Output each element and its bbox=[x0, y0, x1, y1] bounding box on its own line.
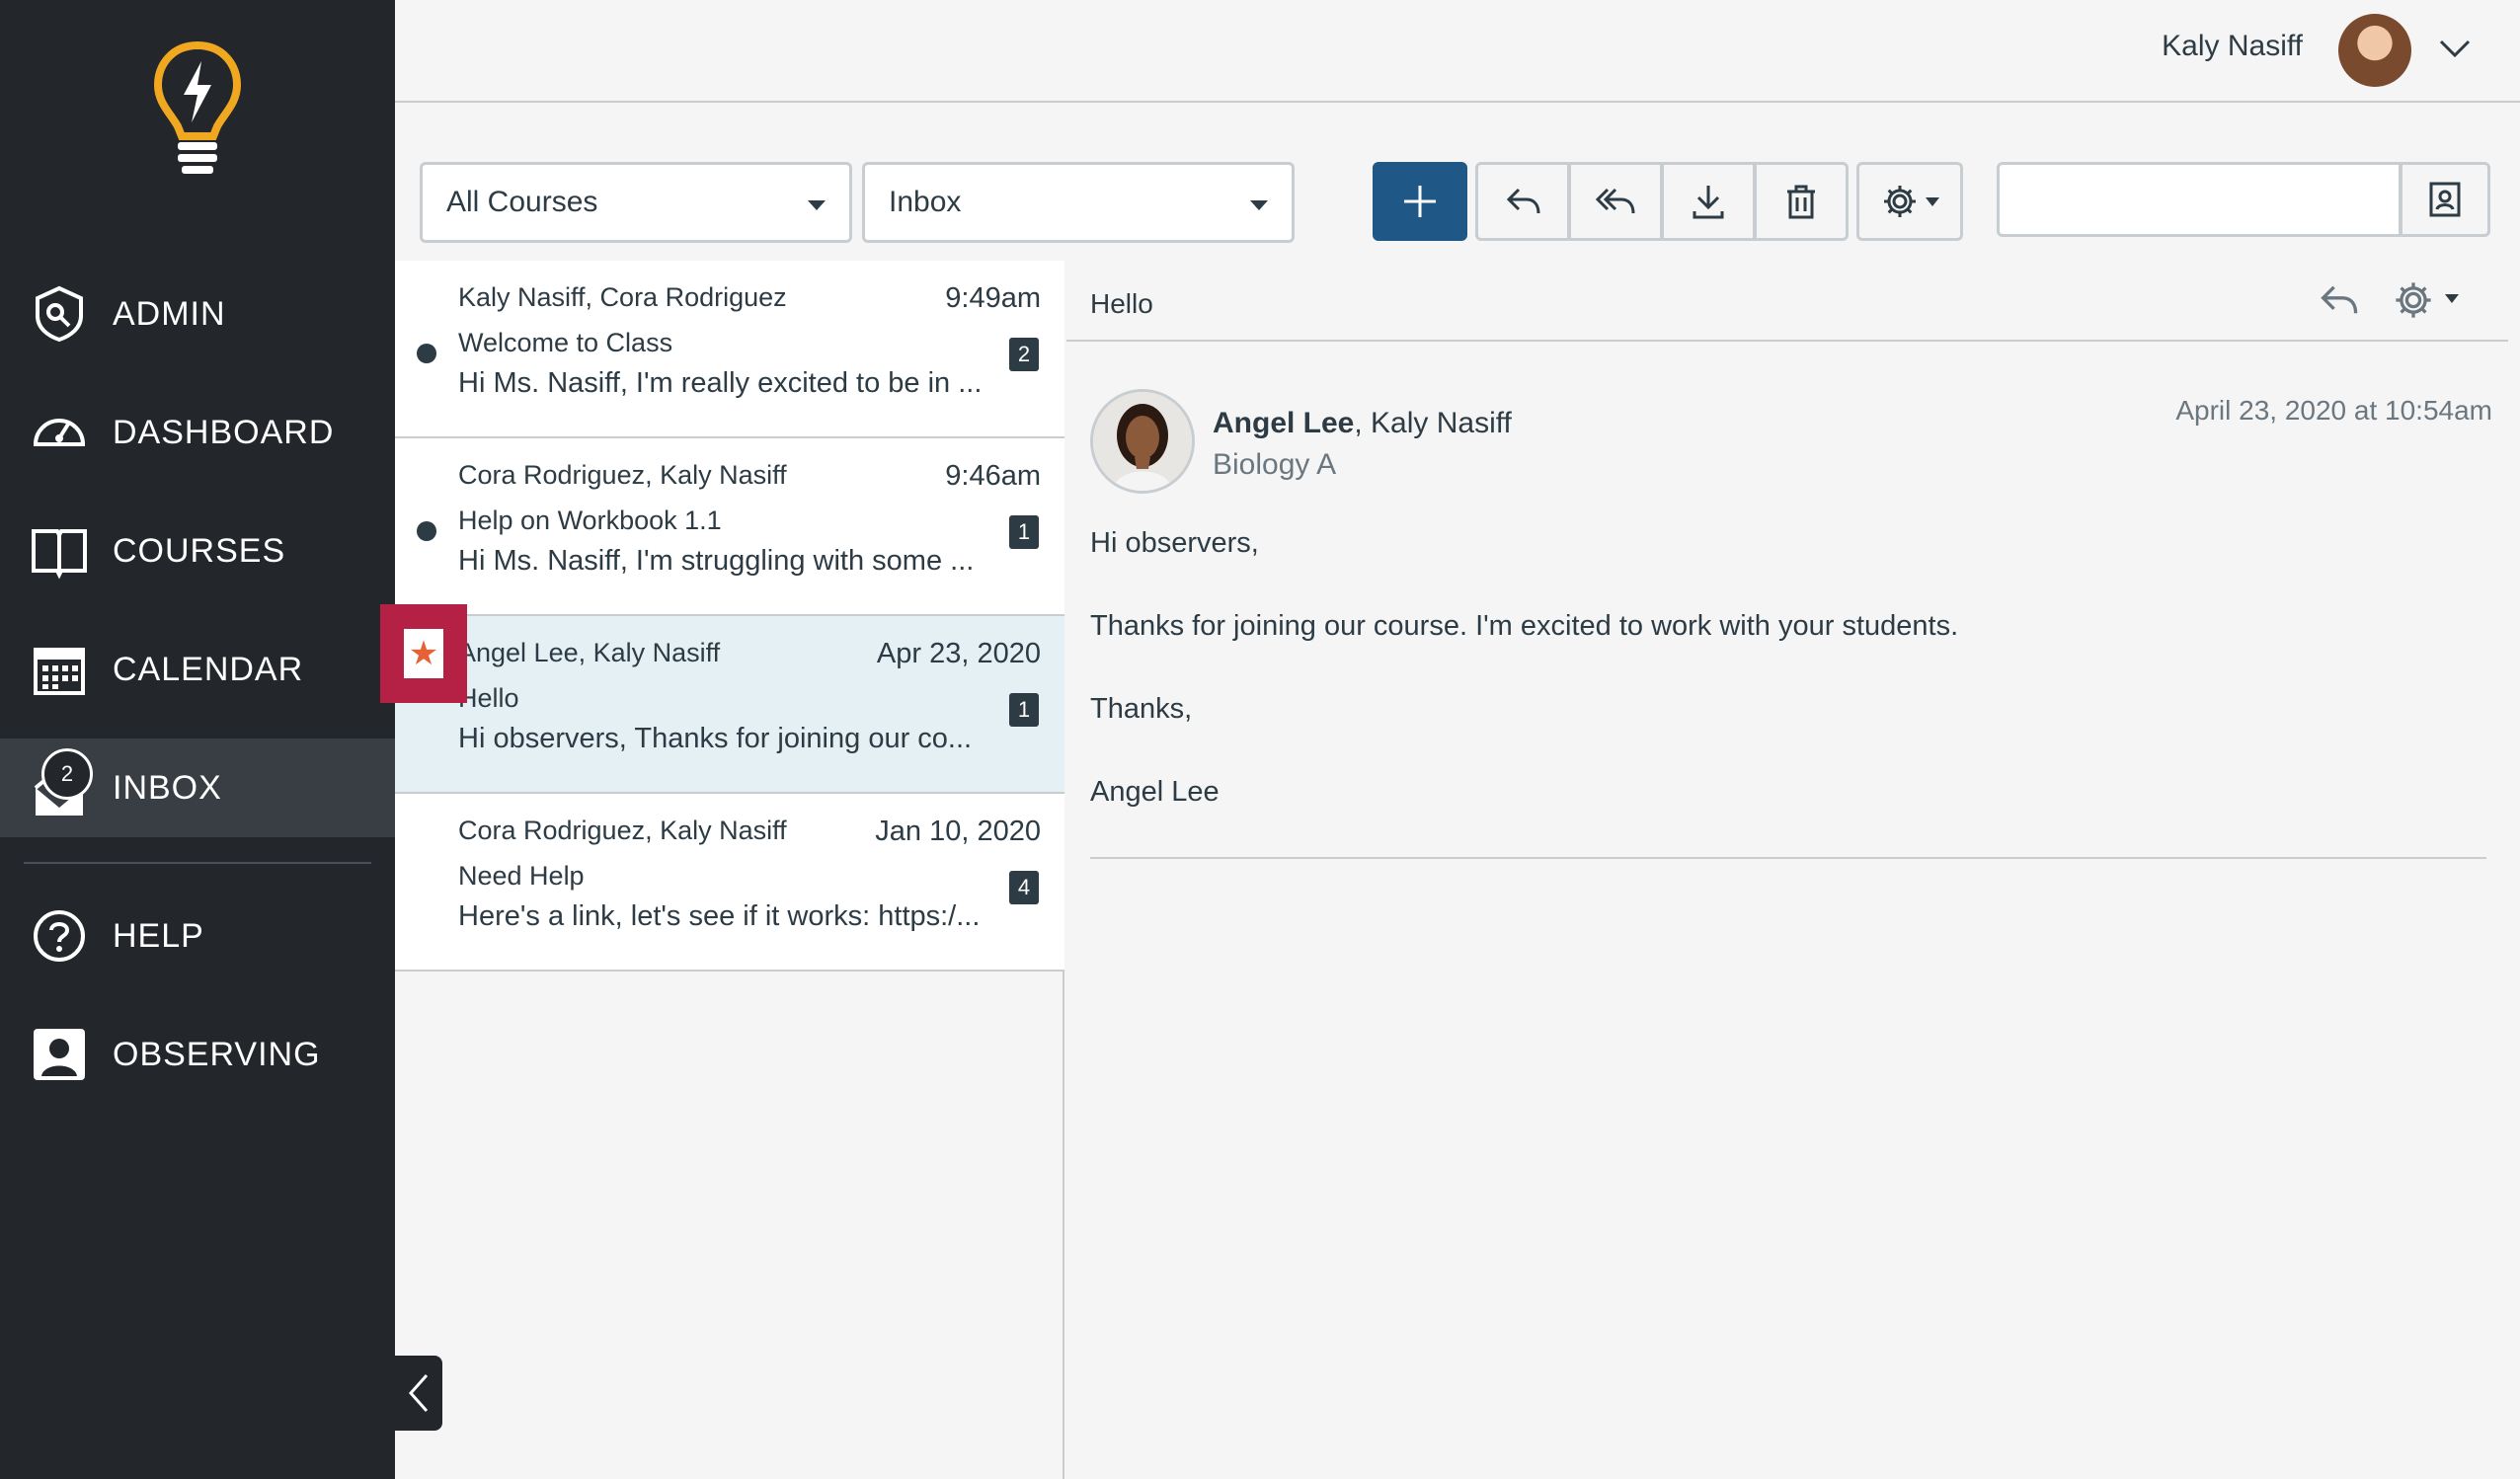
nav-label-calendar: CALENDAR bbox=[113, 650, 304, 688]
gear-icon[interactable] bbox=[2392, 278, 2435, 322]
reply-icon[interactable] bbox=[2317, 278, 2360, 322]
nav-item-help[interactable]: HELP bbox=[0, 887, 395, 985]
search-input[interactable] bbox=[1997, 162, 2402, 237]
download-icon bbox=[1693, 186, 1724, 219]
gear-icon bbox=[1884, 186, 1916, 217]
archive-button[interactable] bbox=[1661, 162, 1756, 241]
nav-label-courses: COURSES bbox=[113, 531, 286, 570]
course-filter-select[interactable]: All Courses bbox=[420, 162, 852, 243]
star-icon[interactable]: ★ bbox=[404, 629, 443, 678]
message-count-badge: 1 bbox=[1009, 515, 1039, 549]
message-date: 9:49am bbox=[945, 282, 1041, 314]
list-item[interactable]: Cora Rodriguez, Kaly Nasiff 9:46am Help … bbox=[395, 438, 1064, 616]
nav-item-courses[interactable]: COURSES bbox=[0, 502, 395, 600]
caret-down-icon bbox=[808, 200, 826, 210]
list-item[interactable]: Kaly Nasiff, Cora Rodriguez 9:49am Welco… bbox=[395, 261, 1064, 438]
sender-name: Angel Lee bbox=[1213, 407, 1355, 439]
message-date: 9:46am bbox=[945, 460, 1041, 492]
message-preview: Hi Ms. Nasiff, I'm struggling with some … bbox=[458, 545, 975, 577]
message-body-line: Hi observers, bbox=[1090, 527, 1259, 559]
nav-label-admin: ADMIN bbox=[113, 294, 226, 333]
reply-all-icon bbox=[1595, 188, 1635, 214]
list-item[interactable]: Cora Rodriguez, Kaly Nasiff Jan 10, 2020… bbox=[395, 794, 1064, 972]
reply-all-button[interactable] bbox=[1568, 162, 1663, 241]
inbox-unread-badge: 2 bbox=[41, 748, 93, 800]
course-name: Biology A bbox=[1213, 448, 1337, 481]
nav-label-inbox: INBOX bbox=[113, 768, 222, 807]
conversation-header: Hello bbox=[1066, 261, 2508, 342]
other-participants: , Kaly Nasiff bbox=[1354, 407, 1512, 439]
message-subject: Welcome to Class bbox=[458, 328, 673, 357]
help-icon bbox=[34, 910, 85, 962]
delete-button[interactable] bbox=[1754, 162, 1849, 241]
message-participants: Angel Lee, Kaly Nasiff bbox=[458, 638, 721, 667]
chevron-down-icon[interactable] bbox=[2435, 30, 2475, 69]
avatar[interactable] bbox=[2338, 14, 2411, 87]
mailbox-filter-select[interactable]: Inbox bbox=[862, 162, 1295, 243]
message-body-line: Thanks for joining our course. I'm excit… bbox=[1090, 610, 1959, 642]
list-item-selected[interactable]: Angel Lee, Kaly Nasiff Apr 23, 2020 Hell… bbox=[395, 616, 1064, 794]
top-header: Kaly Nasiff bbox=[395, 0, 2520, 103]
book-icon bbox=[32, 529, 87, 580]
sender-avatar bbox=[1090, 389, 1195, 494]
nav-item-calendar[interactable]: CALENDAR bbox=[0, 620, 395, 719]
address-book-icon bbox=[2429, 182, 2461, 217]
message-participants: Cora Rodriguez, Kaly Nasiff bbox=[458, 816, 787, 845]
message-count-badge: 4 bbox=[1009, 871, 1039, 904]
user-name[interactable]: Kaly Nasiff bbox=[2162, 30, 2303, 63]
nav-label-dashboard: DASHBOARD bbox=[113, 413, 335, 451]
star-toggle-highlight[interactable]: ★ bbox=[380, 604, 467, 703]
caret-down-icon[interactable] bbox=[2445, 294, 2459, 303]
message-count-badge: 1 bbox=[1009, 693, 1039, 727]
admin-shield-icon bbox=[36, 285, 83, 343]
message-preview: Here's a link, let's see if it works: ht… bbox=[458, 900, 981, 932]
message-participants: Cora Rodriguez, Kaly Nasiff bbox=[458, 460, 787, 490]
message-list: Kaly Nasiff, Cora Rodriguez 9:49am Welco… bbox=[395, 261, 1064, 1479]
sender-line: Angel Lee, Kaly Nasiff bbox=[1213, 407, 1512, 440]
conversation-title: Hello bbox=[1090, 288, 1153, 319]
message-subject: Hello bbox=[458, 683, 519, 713]
reply-icon bbox=[1506, 188, 1540, 214]
unread-indicator[interactable] bbox=[417, 521, 436, 541]
message-date: Apr 23, 2020 bbox=[876, 638, 1041, 669]
global-nav: ADMIN DASHBOARD COURSES CALENDAR INBOX 2… bbox=[0, 0, 395, 1479]
plus-icon bbox=[1404, 186, 1436, 217]
message-body-line: Angel Lee bbox=[1090, 776, 1220, 808]
nav-item-observing[interactable]: OBSERVING bbox=[0, 1005, 395, 1104]
message-timestamp: April 23, 2020 at 10:54am bbox=[2175, 395, 2492, 426]
message-participants: Kaly Nasiff, Cora Rodriguez bbox=[458, 282, 787, 312]
reply-button[interactable] bbox=[1475, 162, 1570, 241]
unread-indicator[interactable] bbox=[417, 344, 436, 363]
nav-divider bbox=[24, 862, 371, 864]
nav-label-help: HELP bbox=[113, 916, 204, 955]
message-body-line: Thanks, bbox=[1090, 693, 1193, 725]
logo-lightbulb-icon[interactable] bbox=[148, 39, 247, 178]
course-filter-value: All Courses bbox=[446, 186, 598, 218]
dashboard-gauge-icon bbox=[33, 419, 86, 446]
message-date: Jan 10, 2020 bbox=[875, 816, 1041, 847]
observer-icon bbox=[34, 1029, 85, 1080]
mailbox-filter-value: Inbox bbox=[889, 186, 962, 218]
caret-down-icon bbox=[1250, 200, 1268, 210]
nav-label-observing: OBSERVING bbox=[113, 1035, 321, 1073]
conversation-pane: Hello Angel Lee, Kaly Nasiff Biology A A… bbox=[1066, 261, 2520, 1479]
caret-down-icon bbox=[1926, 196, 1939, 206]
settings-menu-button[interactable] bbox=[1856, 162, 1963, 241]
compose-button[interactable] bbox=[1373, 162, 1467, 241]
message-subject: Need Help bbox=[458, 861, 585, 891]
trash-icon bbox=[1787, 185, 1815, 219]
message-subject: Help on Workbook 1.1 bbox=[458, 506, 722, 535]
address-book-button[interactable] bbox=[2400, 162, 2490, 237]
calendar-icon bbox=[34, 648, 85, 695]
message-preview: Hi Ms. Nasiff, I'm really excited to be … bbox=[458, 367, 983, 399]
nav-item-admin[interactable]: ADMIN bbox=[0, 265, 395, 363]
message-preview: Hi observers, Thanks for joining our co.… bbox=[458, 723, 973, 754]
nav-item-dashboard[interactable]: DASHBOARD bbox=[0, 383, 395, 482]
message-count-badge: 2 bbox=[1009, 338, 1039, 371]
message-divider bbox=[1090, 857, 2486, 859]
